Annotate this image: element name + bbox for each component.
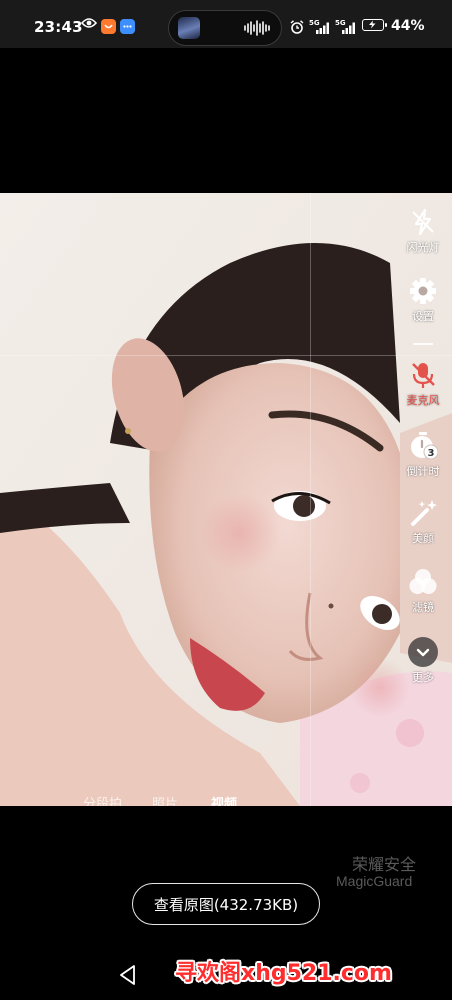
camera-grid-line (310, 193, 311, 806)
preview-photo (0, 193, 452, 806)
music-cover-icon (178, 17, 200, 39)
flash-off-icon (412, 208, 434, 236)
dynamic-island[interactable] (168, 10, 282, 46)
flash-button[interactable]: 闪光灯 (396, 207, 450, 255)
microphone-label: 麦克风 (406, 394, 440, 407)
countdown-label: 倒计时 (406, 465, 440, 478)
countdown-value: 3 (428, 448, 435, 459)
beauty-label: 美颜 (412, 532, 434, 545)
nav-back-icon[interactable] (118, 964, 138, 986)
preview-bottom-mask (0, 806, 452, 812)
filter-circles-icon (409, 569, 437, 594)
signal-strength-icon (342, 22, 355, 34)
status-time: 23:43 (34, 18, 83, 36)
camera-grid-line (0, 355, 452, 356)
magic-wand-icon (411, 500, 437, 526)
alarm-icon (290, 20, 304, 34)
magicguard-watermark-en: MagicGuard (336, 873, 413, 889)
flash-label: 闪光灯 (406, 241, 440, 254)
message-icon (120, 19, 135, 34)
countdown-button[interactable]: 3 倒计时 (396, 431, 450, 479)
site-watermark: 寻欢阁xhg521.com (175, 961, 392, 986)
gear-icon (410, 278, 436, 304)
toolbar-divider (413, 343, 433, 345)
sound-wave-icon (244, 20, 270, 36)
chevron-down-icon (416, 648, 430, 657)
microphone-off-icon (412, 363, 435, 388)
battery-charging-icon (362, 19, 387, 31)
more-button[interactable]: 更多 (396, 637, 450, 685)
more-label: 更多 (412, 671, 434, 684)
settings-button[interactable]: 设置 (396, 276, 450, 324)
camera-preview[interactable]: 闪光灯 设置 麦克风 3 倒计时 美颜 滤镜 更多 (0, 193, 452, 806)
eye-icon (81, 18, 97, 28)
battery-percent: 44% (391, 18, 425, 34)
filter-label: 滤镜 (412, 601, 434, 614)
filter-button[interactable]: 滤镜 (396, 567, 450, 615)
taobao-icon (101, 19, 116, 34)
timer-icon: 3 (411, 432, 438, 460)
settings-label: 设置 (412, 310, 434, 323)
view-original-button[interactable]: 查看原图(432.73KB) (132, 883, 320, 925)
more-circle (408, 637, 438, 667)
status-bar: 23:43 5G 5G 44% (0, 0, 452, 48)
signal-strength-icon (316, 22, 329, 34)
magicguard-watermark-cn: 荣耀安全 (352, 855, 417, 874)
microphone-button[interactable]: 麦克风 (396, 360, 450, 408)
beauty-button[interactable]: 美颜 (396, 498, 450, 546)
